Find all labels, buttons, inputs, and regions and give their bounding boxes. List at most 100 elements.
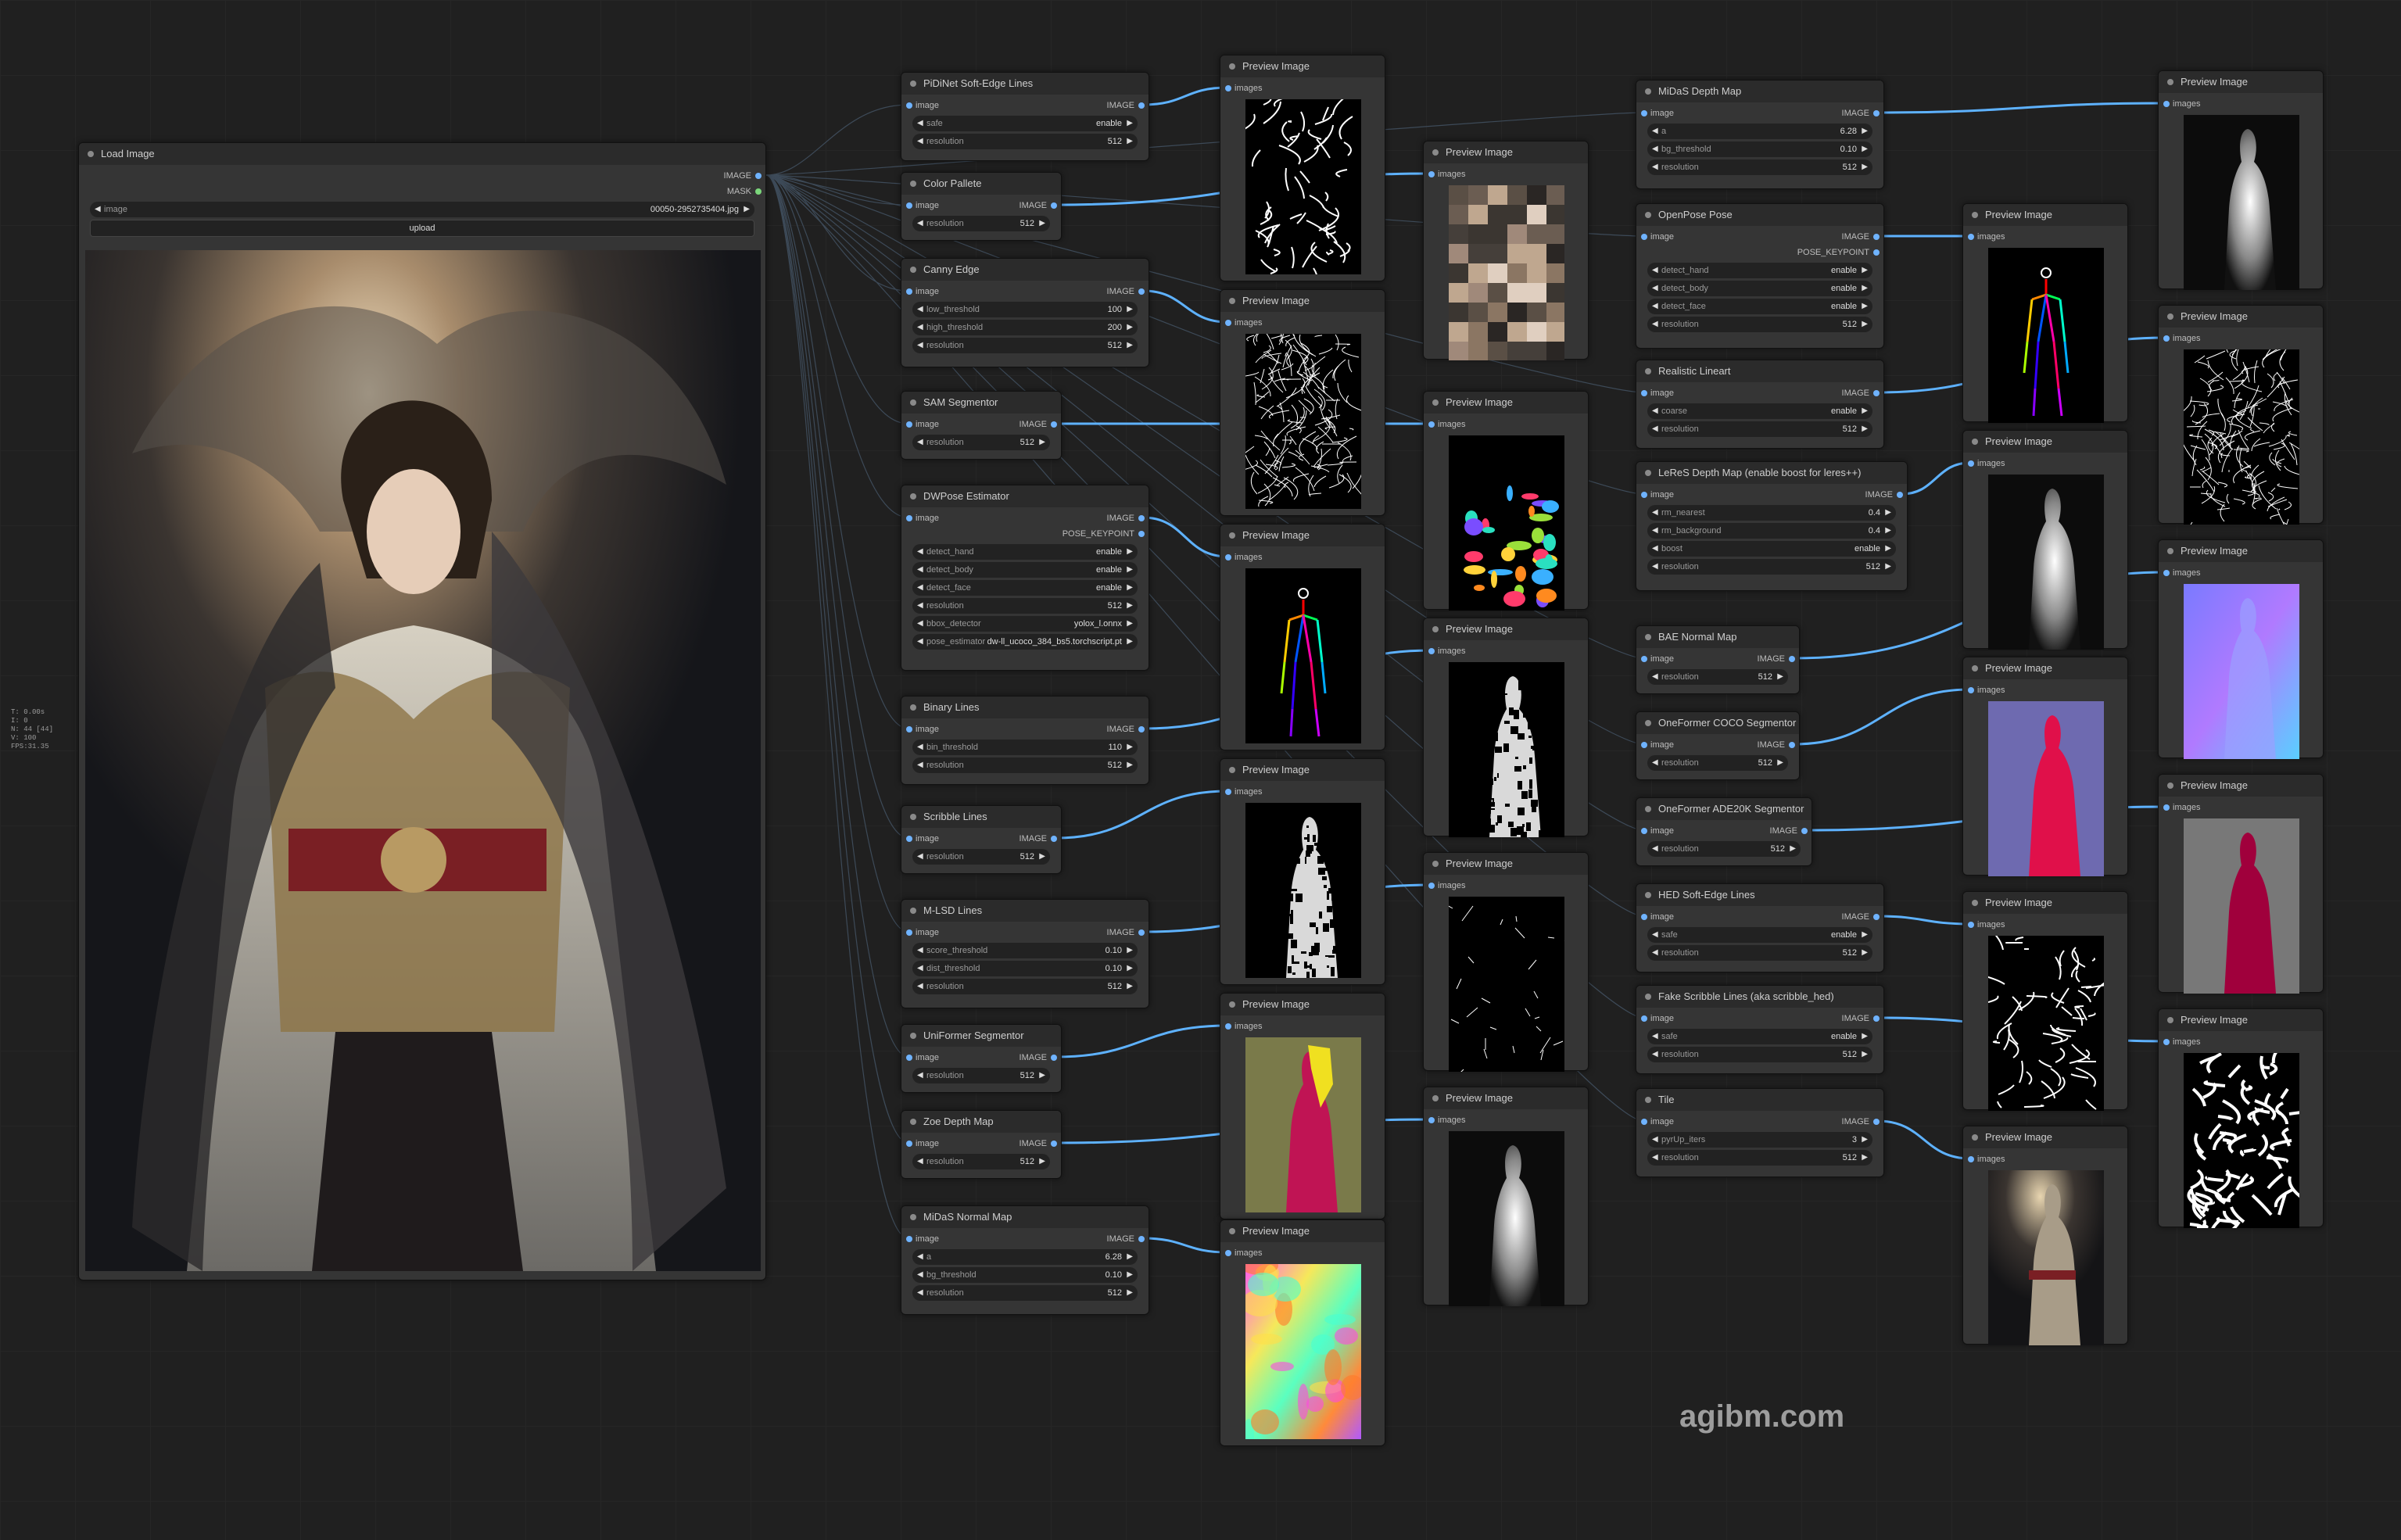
widget-resolution[interactable]: ◀ resolution 512 ▶ [912, 1154, 1050, 1169]
widget-bin-threshold[interactable]: ◀ bin_threshold 110 ▶ [912, 740, 1138, 755]
widget-safe[interactable]: ◀ safe enable ▶ [1647, 1029, 1872, 1044]
node-title[interactable]: Preview Image [2159, 71, 2323, 93]
slot-row[interactable]: images [1424, 878, 1588, 894]
widget-rm-background[interactable]: ◀ rm_background 0.4 ▶ [1647, 523, 1896, 539]
preview-image-node[interactable]: Preview Image images [2158, 1008, 2324, 1228]
input-dot[interactable] [1428, 171, 1435, 177]
widget-resolution[interactable]: ◀ resolution 512 ▶ [912, 1285, 1138, 1301]
arrow-right-icon[interactable]: ▶ [1039, 1068, 1045, 1083]
preview-image-node[interactable]: Preview Image images [1220, 993, 1385, 1219]
widget-detect-hand[interactable]: ◀ detect_hand enable ▶ [1647, 263, 1872, 278]
processor-node[interactable]: BAE Normal Map image IMAGE ◀ resolution … [1636, 625, 1800, 694]
arrow-right-icon[interactable]: ▶ [1862, 927, 1868, 943]
slot-row[interactable]: image IMAGE [1636, 385, 1883, 401]
input-dot[interactable] [1968, 1156, 1974, 1162]
arrow-left-icon[interactable]: ◀ [917, 979, 923, 994]
slot-row[interactable]: image IMAGE [901, 417, 1061, 432]
preview-image-node[interactable]: Preview Image images [1423, 391, 1589, 611]
node-title[interactable]: Zoe Depth Map [901, 1111, 1061, 1133]
widget-resolution[interactable]: ◀ resolution 512 ▶ [912, 1068, 1050, 1083]
input-dot[interactable] [906, 515, 912, 521]
processor-node[interactable]: LeReS Depth Map (enable boost for leres+… [1636, 461, 1908, 591]
widget-resolution[interactable]: ◀ resolution 512 ▶ [912, 757, 1138, 773]
arrow-left-icon[interactable]: ◀ [917, 338, 923, 353]
node-title[interactable]: Preview Image [2159, 306, 2323, 328]
preview-image-node[interactable]: Preview Image images [1220, 1219, 1385, 1446]
input-dot[interactable] [1428, 1117, 1435, 1123]
slot-row[interactable]: image IMAGE [1636, 737, 1799, 753]
slot-row[interactable]: POSE_KEYPOINT [1636, 245, 1883, 260]
input-dot[interactable] [1225, 1250, 1231, 1256]
processor-node[interactable]: Scribble Lines image IMAGE ◀ resolution … [901, 805, 1062, 874]
widget-resolution[interactable]: ◀ resolution 512 ▶ [1647, 159, 1872, 175]
processor-node[interactable]: Realistic Lineart image IMAGE ◀ coarse e… [1636, 360, 1884, 449]
preview-image-node[interactable]: Preview Image images [2158, 305, 2324, 525]
node-title[interactable]: DWPose Estimator [901, 485, 1149, 507]
preview-image-node[interactable]: Preview Image images [1962, 430, 2128, 650]
slot-row[interactable]: images [1963, 456, 2127, 471]
input-dot[interactable] [906, 202, 912, 209]
slot-row[interactable]: images [2159, 565, 2323, 581]
arrow-right-icon[interactable]: ▶ [1127, 598, 1133, 614]
widget-bg-threshold[interactable]: ◀ bg_threshold 0.10 ▶ [912, 1267, 1138, 1283]
widget-detect-hand[interactable]: ◀ detect_hand enable ▶ [912, 544, 1138, 560]
arrow-right-icon[interactable]: ▶ [1127, 1267, 1133, 1283]
arrow-left-icon[interactable]: ◀ [1652, 1047, 1658, 1062]
arrow-left-icon[interactable]: ◀ [917, 562, 923, 578]
node-title[interactable]: Preview Image [1963, 431, 2127, 453]
node-title[interactable]: MiDaS Depth Map [1636, 81, 1883, 102]
load-image-node[interactable]: Load Image IMAGE MASK ◀ image 00050-295273… [78, 142, 766, 1280]
output-dot[interactable] [1051, 1141, 1057, 1147]
widget-resolution[interactable]: ◀ resolution 512 ▶ [1647, 421, 1872, 437]
node-title[interactable]: Preview Image [1963, 657, 2127, 679]
input-dot[interactable] [1641, 1119, 1647, 1125]
widget-resolution[interactable]: ◀ resolution 512 ▶ [1647, 1150, 1872, 1166]
slot-row[interactable]: images [2159, 96, 2323, 112]
node-title[interactable]: Preview Image [1424, 141, 1588, 163]
widget-detect-body[interactable]: ◀ detect_body enable ▶ [1647, 281, 1872, 296]
preview-image-node[interactable]: Preview Image images [1962, 891, 2128, 1111]
output-dot[interactable] [1873, 1119, 1880, 1125]
widget-resolution[interactable]: ◀ resolution 512 ▶ [912, 134, 1138, 149]
preview-image-node[interactable]: Preview Image images [1220, 758, 1385, 985]
processor-node[interactable]: OneFormer COCO Segmentor image IMAGE ◀ r… [1636, 711, 1800, 780]
widget-resolution[interactable]: ◀ resolution 512 ▶ [912, 435, 1050, 450]
node-title[interactable]: M-LSD Lines [901, 900, 1149, 922]
arrow-right-icon[interactable]: ▶ [1127, 338, 1133, 353]
arrow-right-icon[interactable]: ▶ [1777, 755, 1783, 771]
preview-image-node[interactable]: Preview Image images [1962, 1126, 2128, 1345]
widget-resolution[interactable]: ◀ resolution 512 ▶ [1647, 1047, 1872, 1062]
arrow-right-icon[interactable]: ▶ [1885, 505, 1891, 521]
input-dot[interactable] [1225, 85, 1231, 91]
arrow-right-icon[interactable]: ▶ [1127, 134, 1133, 149]
preview-image-node[interactable]: Preview Image images [1220, 524, 1385, 750]
arrow-left-icon[interactable]: ◀ [917, 961, 923, 976]
widget-detect-body[interactable]: ◀ detect_body enable ▶ [912, 562, 1138, 578]
arrow-right-icon[interactable]: ▶ [744, 202, 750, 217]
arrow-left-icon[interactable]: ◀ [917, 116, 923, 131]
input-dot[interactable] [1641, 492, 1647, 498]
preview-image-node[interactable]: Preview Image images [1220, 289, 1385, 516]
node-title[interactable]: Preview Image [1424, 1087, 1588, 1109]
arrow-left-icon[interactable]: ◀ [917, 544, 923, 560]
arrow-right-icon[interactable]: ▶ [1862, 403, 1868, 419]
output-dot[interactable] [755, 173, 762, 179]
arrow-left-icon[interactable]: ◀ [95, 202, 101, 217]
node-title[interactable]: PiDiNet Soft-Edge Lines [901, 73, 1149, 95]
output-dot[interactable] [1873, 1015, 1880, 1022]
arrow-right-icon[interactable]: ▶ [1885, 559, 1891, 575]
output-dot[interactable] [1138, 726, 1145, 732]
input-dot[interactable] [1428, 883, 1435, 889]
slot-row[interactable]: images [1963, 1151, 2127, 1167]
arrow-right-icon[interactable]: ▶ [1127, 740, 1133, 755]
arrow-right-icon[interactable]: ▶ [1862, 141, 1868, 157]
widget-resolution[interactable]: ◀ resolution 512 ▶ [912, 216, 1050, 231]
slot-row[interactable]: images [1424, 167, 1588, 182]
output-dot[interactable] [1138, 515, 1145, 521]
output-dot[interactable] [1138, 288, 1145, 295]
node-title[interactable]: BAE Normal Map [1636, 626, 1799, 648]
arrow-right-icon[interactable]: ▶ [1127, 544, 1133, 560]
node-title[interactable]: Preview Image [1220, 759, 1385, 781]
arrow-left-icon[interactable]: ◀ [1652, 927, 1658, 943]
arrow-left-icon[interactable]: ◀ [1652, 421, 1658, 437]
